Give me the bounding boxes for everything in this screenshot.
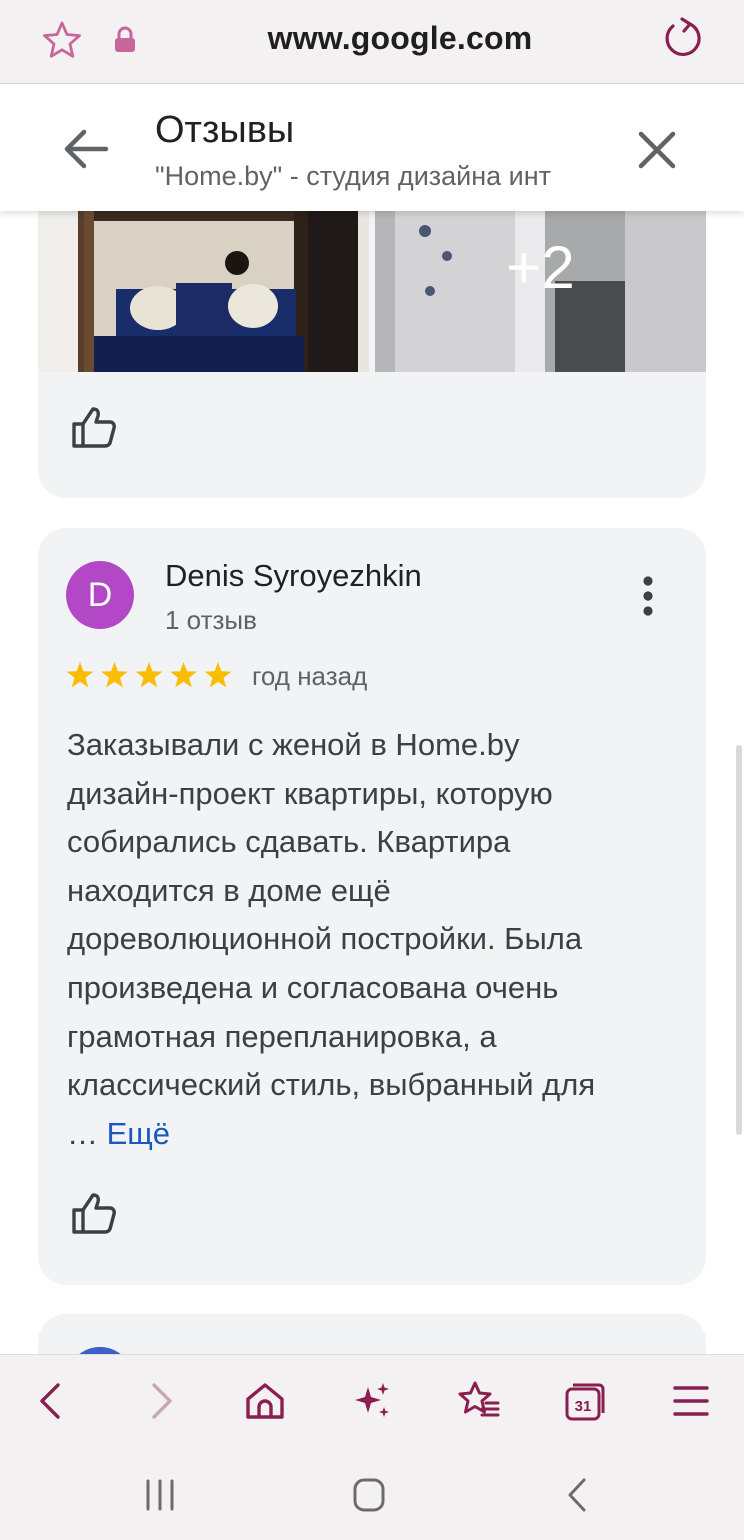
- sparkle-icon[interactable]: [348, 1377, 396, 1425]
- close-icon[interactable]: [636, 129, 678, 171]
- review-text-line: классический стиль, выбранный для: [67, 1067, 596, 1103]
- url-text[interactable]: www.google.com: [200, 20, 600, 57]
- star-icon: [170, 662, 197, 688]
- avatar[interactable]: [66, 1347, 134, 1354]
- lock-icon[interactable]: [112, 26, 138, 54]
- rating-stars: [66, 662, 232, 688]
- review-photo-more[interactable]: +2: [375, 211, 706, 372]
- review-text-line: дореволюционной постройки. Была: [67, 921, 583, 957]
- star-icon: [101, 662, 128, 688]
- review-text-line: грамотная перепланировка, а: [67, 1018, 497, 1054]
- back-arrow-icon[interactable]: [60, 127, 112, 171]
- reviews-header: Отзывы "Home.by" - студия дизайна инт: [0, 85, 744, 211]
- svg-text:31: 31: [575, 1398, 592, 1415]
- review-text-line: собирались сдавать. Квартира: [67, 824, 511, 860]
- scrollbar-thumb[interactable]: [736, 745, 742, 1135]
- review-text-line: находится в доме ещё: [67, 872, 391, 908]
- review-text-line: произведена и согласована очень: [67, 969, 559, 1005]
- more-photos-count: +2: [506, 234, 575, 301]
- more-vert-icon[interactable]: [634, 574, 662, 618]
- review-ellipsis: …: [67, 1115, 98, 1151]
- review-time: год назад: [252, 661, 368, 691]
- star-outline-icon[interactable]: [40, 18, 84, 62]
- review-card: [38, 1314, 706, 1354]
- review-text: Заказывали с женой в Home.by дизайн-прое…: [67, 721, 687, 1158]
- read-more-link[interactable]: Ещё: [107, 1116, 170, 1151]
- browser-url-bar: www.google.com: [0, 0, 744, 84]
- home-nav-icon[interactable]: [349, 1475, 389, 1515]
- photo-bunk-bed-image: [38, 211, 369, 372]
- forward-icon[interactable]: [136, 1377, 184, 1425]
- star-icon: [204, 662, 232, 688]
- reload-icon[interactable]: [660, 16, 706, 62]
- page-subtitle: "Home.by" - студия дизайна инт: [155, 161, 552, 191]
- back-icon[interactable]: [28, 1377, 76, 1425]
- review-card: D Denis Syroyezhkin 1 отзыв год назад За…: [38, 528, 706, 1285]
- review-count: 1 отзыв: [165, 605, 257, 635]
- page-title: Отзывы: [155, 109, 295, 151]
- thumbs-up-icon[interactable]: [70, 1191, 118, 1235]
- menu-icon[interactable]: [667, 1377, 715, 1425]
- browser-toolbar: 31: [0, 1354, 744, 1447]
- back-nav-icon[interactable]: [558, 1475, 598, 1515]
- reviews-list[interactable]: +2 D Denis Syroyezhkin 1 отзыв год назад…: [0, 211, 744, 1354]
- star-icon: [135, 662, 163, 688]
- bookmarks-icon[interactable]: [455, 1377, 503, 1425]
- review-text-line: дизайн-проект квартиры, которую: [67, 775, 553, 811]
- review-card: +2: [38, 211, 706, 498]
- thumbs-up-icon[interactable]: [70, 405, 118, 449]
- home-icon[interactable]: [241, 1377, 289, 1425]
- star-icon: [66, 662, 94, 688]
- tabs-icon[interactable]: 31: [561, 1377, 609, 1425]
- review-author[interactable]: Denis Syroyezhkin: [165, 558, 422, 594]
- system-navigation-bar: [0, 1447, 744, 1540]
- recent-apps-icon[interactable]: [140, 1475, 180, 1515]
- avatar[interactable]: D: [66, 561, 134, 629]
- review-photo[interactable]: [38, 211, 369, 372]
- review-text-line: Заказывали с женой в Home.by: [67, 727, 520, 762]
